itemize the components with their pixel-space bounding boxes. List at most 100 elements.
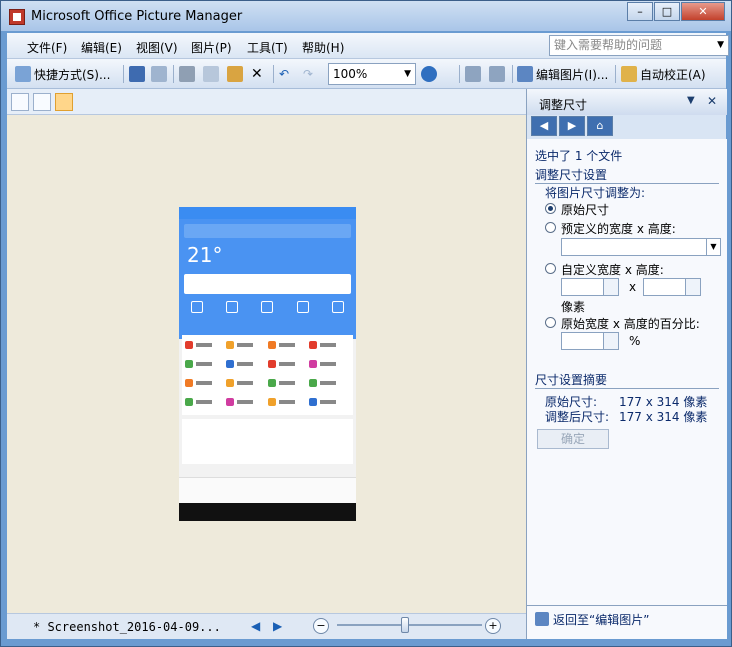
thumbnail-view-button[interactable]	[11, 93, 29, 111]
times-label: x	[629, 280, 637, 294]
copy-button[interactable]	[203, 64, 219, 84]
help-placeholder: 键入需要帮助的问题	[554, 38, 663, 52]
auto-correct-icon	[621, 66, 637, 82]
predefined-size-radio[interactable]	[545, 222, 556, 233]
menu-tools[interactable]: 工具(T)	[247, 39, 288, 56]
pane-menu-icon[interactable]: ▼	[687, 95, 695, 106]
save-button[interactable]	[129, 64, 145, 84]
menu-file[interactable]: 文件(F)	[27, 39, 67, 56]
rotate-left-button[interactable]	[465, 64, 481, 84]
custom-height-stepper[interactable]	[643, 278, 701, 296]
filename-label: * Screenshot_2016-04-09...	[33, 620, 221, 634]
back-to-edit-label: 返回至“编辑图片”	[553, 613, 650, 627]
chevron-down-icon[interactable]: ▼	[717, 36, 724, 55]
percent-size-radio[interactable]	[545, 317, 556, 328]
custom-width-stepper[interactable]	[561, 278, 619, 296]
zoom-slider-thumb[interactable]	[401, 617, 409, 633]
next-button[interactable]: ▶	[273, 619, 282, 633]
toolbar-divider	[273, 65, 274, 83]
menu-help[interactable]: 帮助(H)	[302, 39, 344, 56]
task-pane-body: 选中了 1 个文件 调整尺寸设置 将图片尺寸调整为: 原始尺寸 预定义的宽度 x…	[527, 139, 727, 639]
zoom-slider[interactable]	[337, 624, 482, 626]
percent-size-label: 原始宽度 x 高度的百分比:	[561, 317, 700, 331]
help-search-input[interactable]: 键入需要帮助的问题 ▼	[549, 35, 729, 56]
chevron-down-icon[interactable]: ▼	[706, 239, 720, 255]
redo-button[interactable]: ↷	[303, 64, 313, 84]
menu-edit[interactable]: 编辑(E)	[81, 39, 122, 56]
paste-icon	[227, 66, 243, 82]
original-size-radio[interactable]	[545, 203, 556, 214]
help-icon	[421, 66, 437, 82]
auto-correct-button[interactable]: 自动校正(A)	[621, 64, 706, 84]
filmstrip-view-button[interactable]	[33, 93, 51, 111]
phone-system-bar	[179, 503, 356, 521]
summary-heading: 尺寸设置摘要	[535, 371, 719, 389]
predefined-size-select[interactable]: ▼	[561, 238, 721, 256]
previous-button[interactable]: ◀	[251, 619, 260, 633]
forward-icon[interactable]: ▶	[559, 116, 585, 136]
back-to-edit-link[interactable]: 返回至“编辑图片”	[535, 611, 649, 628]
picture-manager-icon	[9, 9, 25, 25]
home-icon[interactable]: ⌂	[587, 116, 613, 136]
phone-header: 21°	[179, 219, 356, 339]
zoom-out-button[interactable]: −	[313, 618, 329, 634]
status-bar: * Screenshot_2016-04-09... ◀ ▶ − +	[7, 613, 526, 639]
save-copy-button[interactable]	[151, 64, 167, 84]
phone-status-bar	[179, 207, 356, 219]
zoom-value: 100%	[333, 67, 368, 81]
phone-nav-bar	[179, 477, 356, 503]
delete-button[interactable]: ✕	[251, 64, 263, 84]
shortcut-button[interactable]: 快捷方式(S)...	[15, 64, 110, 84]
predefined-size-label: 预定义的宽度 x 高度:	[561, 222, 676, 236]
maximize-button[interactable]: □	[654, 2, 680, 21]
phone-shortcut-icons	[179, 301, 356, 313]
task-pane: 调整尺寸 ▼ ✕ ◀ ▶ ⌂ 选中了 1 个文件 调整尺寸设置 将图片尺寸调整为…	[526, 89, 727, 639]
rotate-right-icon	[489, 66, 505, 82]
back-icon[interactable]: ◀	[531, 116, 557, 136]
save-copy-icon	[151, 66, 167, 82]
close-pane-icon[interactable]: ✕	[707, 94, 717, 108]
redo-icon: ↷	[303, 67, 314, 81]
rotate-left-icon	[465, 66, 481, 82]
title-bar: Microsoft Office Picture Manager – □ ✕	[1, 1, 731, 31]
zoom-in-button[interactable]: +	[485, 618, 501, 634]
cut-button[interactable]	[179, 64, 195, 84]
minimize-button[interactable]: –	[627, 2, 653, 21]
auto-correct-label: 自动校正(A)	[640, 67, 706, 82]
help-button[interactable]	[421, 64, 437, 84]
pixels-label: 像素	[561, 300, 586, 314]
zoom-select[interactable]: 100% ▼	[328, 63, 416, 85]
phone-search-input	[184, 274, 351, 294]
shortcut-icon	[15, 66, 31, 82]
selection-count: 选中了 1 个文件	[535, 149, 623, 163]
cut-icon	[179, 66, 195, 82]
settings-heading: 调整尺寸设置	[535, 166, 719, 184]
close-button[interactable]: ✕	[681, 2, 725, 21]
ok-button[interactable]: 确定	[537, 429, 609, 449]
toolbar: 快捷方式(S)... ✕ ↶ ↷ 100% ▼ 编辑图片(I)... 自动校正(…	[7, 59, 726, 89]
task-pane-title: 调整尺寸	[539, 98, 588, 112]
chevron-down-icon[interactable]: ▼	[404, 64, 411, 84]
copy-icon	[203, 66, 219, 82]
pane-divider	[527, 605, 727, 606]
view-bar	[7, 89, 526, 115]
edit-picture-icon	[517, 66, 533, 82]
resize-to-label: 将图片尺寸调整为:	[545, 186, 646, 200]
single-picture-view-button[interactable]	[55, 93, 73, 111]
percent-stepper[interactable]	[561, 332, 619, 350]
menu-picture[interactable]: 图片(P)	[191, 39, 232, 56]
new-size-summary-label: 调整后尺寸:	[545, 410, 610, 424]
undo-icon: ↶	[279, 67, 290, 81]
save-icon	[129, 66, 145, 82]
percent-sign: %	[629, 334, 641, 348]
paste-button[interactable]	[227, 64, 243, 84]
new-size-value: 177 x 314 像素	[619, 410, 708, 424]
custom-size-radio[interactable]	[545, 263, 556, 274]
edit-picture-button[interactable]: 编辑图片(I)...	[517, 64, 608, 84]
delete-icon: ✕	[251, 66, 263, 82]
phone-frequent-visits	[182, 419, 353, 464]
undo-button[interactable]: ↶	[279, 64, 289, 84]
phone-temperature: 21°	[187, 243, 223, 267]
rotate-right-button[interactable]	[489, 64, 505, 84]
menu-view[interactable]: 视图(V)	[136, 39, 178, 56]
